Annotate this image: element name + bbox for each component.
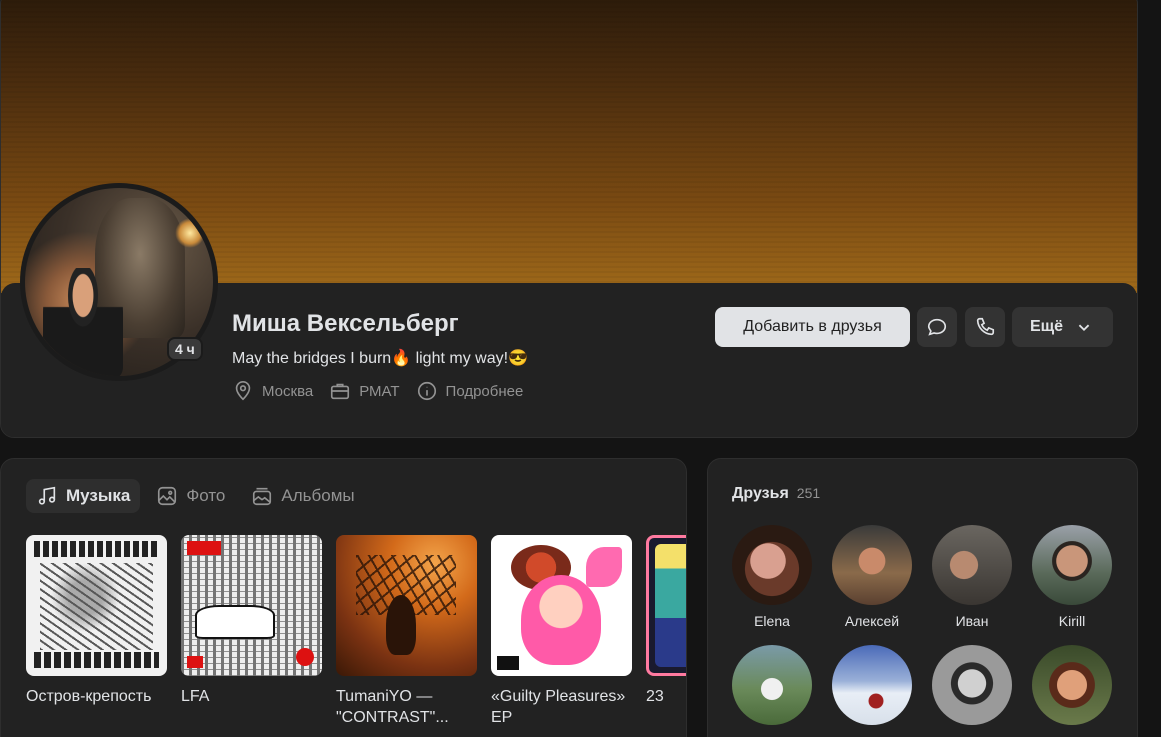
more-button-label: Ещё xyxy=(1029,318,1064,335)
friends-header[interactable]: Друзья 251 xyxy=(732,485,820,503)
album-title: Остров-крепость xyxy=(26,688,152,705)
album-list: Остров-крепость LFA TumaniYO — "CONTRAST… xyxy=(26,535,686,728)
album-title: «Guilty Pleasures» EP xyxy=(491,688,626,726)
tab-photo[interactable]: Фото xyxy=(146,479,235,513)
friend-name: Алексей xyxy=(844,613,900,629)
friends-grid: Elena Алексей Иван Kirill xyxy=(732,525,1112,733)
album-cover xyxy=(26,535,167,676)
avatar xyxy=(732,645,812,725)
briefcase-icon xyxy=(331,383,350,400)
friend-item[interactable] xyxy=(732,645,812,733)
info-icon xyxy=(417,381,436,401)
album-title: 23 xyxy=(646,688,664,705)
albums-icon xyxy=(253,487,272,506)
profile-meta: Москва РМАТ Подробнее xyxy=(232,380,523,402)
meta-work[interactable]: РМАТ xyxy=(329,380,400,402)
album-item[interactable]: «Guilty Pleasures» EP xyxy=(491,535,632,728)
friend-item[interactable] xyxy=(932,645,1012,733)
avatar xyxy=(1032,525,1112,605)
friend-item[interactable]: Elena xyxy=(732,525,812,629)
phone-icon xyxy=(976,317,995,336)
profile-status: May the bridges I burn🔥 light my way!😎 xyxy=(232,350,528,367)
album-cover xyxy=(181,535,322,676)
tab-music-label: Музыка xyxy=(66,486,131,505)
avatar xyxy=(1032,645,1112,725)
photo-icon xyxy=(158,486,177,506)
album-cover xyxy=(336,535,477,676)
call-button[interactable] xyxy=(965,307,1005,347)
meta-details-label: Подробнее xyxy=(445,382,524,400)
tab-photo-label: Фото xyxy=(186,486,226,505)
album-title: LFA xyxy=(181,688,210,705)
friend-item[interactable]: Иван xyxy=(932,525,1012,629)
tab-albums[interactable]: Альбомы xyxy=(241,479,364,513)
meta-city[interactable]: Москва xyxy=(232,380,313,402)
friends-count: 251 xyxy=(796,485,821,501)
album-item[interactable]: Остров-крепость xyxy=(26,535,167,728)
media-tabs: Музыка Фото Альбомы xyxy=(26,479,365,513)
album-title: TumaniYO — "CONTRAST"... xyxy=(336,688,449,726)
add-friend-button[interactable]: Добавить в друзья xyxy=(715,307,910,347)
friends-title: Друзья xyxy=(732,485,789,502)
album-item[interactable]: TumaniYO — "CONTRAST"... xyxy=(336,535,477,728)
friends-card: Друзья 251 Elena Алексей Иван Kirill xyxy=(707,458,1138,737)
friend-name: Иван xyxy=(955,613,989,629)
album-item[interactable]: LFA xyxy=(181,535,322,728)
avatar xyxy=(732,525,812,605)
album-cover xyxy=(646,535,686,676)
avatar xyxy=(832,645,912,725)
friend-item[interactable] xyxy=(832,645,912,733)
music-note-icon xyxy=(38,486,56,505)
last-seen-badge: 4 ч xyxy=(167,337,203,361)
album-item[interactable]: 23 xyxy=(646,535,686,728)
avatar xyxy=(932,525,1012,605)
message-button[interactable] xyxy=(917,307,957,347)
more-button[interactable]: Ещё xyxy=(1012,307,1113,347)
media-card: Музыка Фото Альбомы Остров-крепость LFA … xyxy=(0,458,687,737)
friend-name: Elena xyxy=(754,613,790,629)
friend-item[interactable] xyxy=(1032,645,1112,733)
friend-item[interactable]: Алексей xyxy=(832,525,912,629)
meta-city-label: Москва xyxy=(262,382,314,400)
tab-music[interactable]: Музыка xyxy=(26,479,141,513)
tab-albums-label: Альбомы xyxy=(281,486,355,505)
location-pin-icon xyxy=(235,381,251,401)
avatar xyxy=(832,525,912,605)
avatar xyxy=(932,645,1012,725)
meta-details[interactable]: Подробнее xyxy=(416,380,524,402)
friend-name: Kirill xyxy=(1058,613,1086,629)
message-bubble-icon xyxy=(927,318,947,336)
profile-name: Миша Вексельберг xyxy=(232,310,459,337)
friend-item[interactable]: Kirill xyxy=(1032,525,1112,629)
chevron-down-icon xyxy=(1078,324,1090,332)
album-cover xyxy=(491,535,632,676)
meta-work-label: РМАТ xyxy=(359,382,400,400)
